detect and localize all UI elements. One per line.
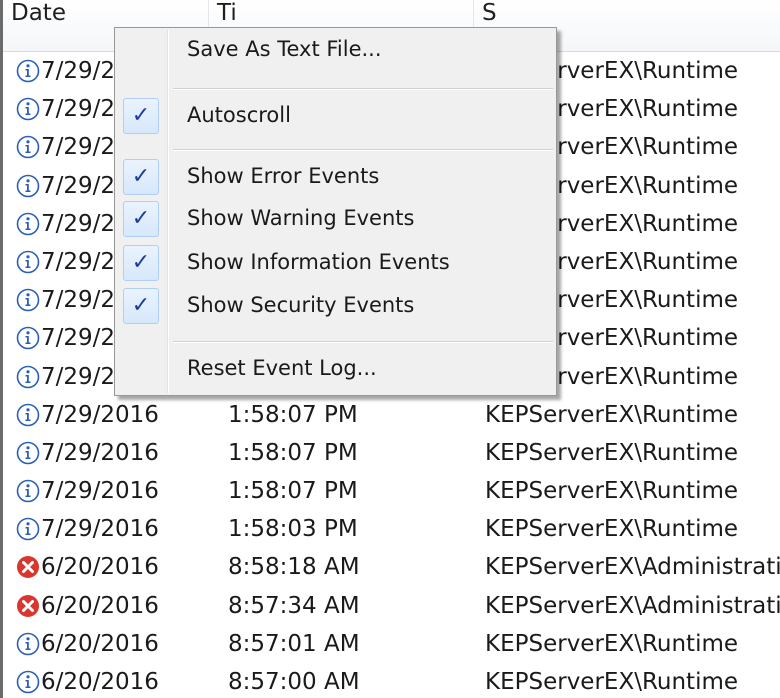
event-row[interactable]: 6/20/2016 8:58:18 AM KEPServerEX\Administr…: [3, 548, 780, 586]
event-time: 8:57:34 AM: [228, 592, 360, 619]
checkmark-icon: ✓: [123, 201, 159, 237]
event-time: 8:58:18 AM: [228, 554, 360, 581]
event-row[interactable]: 7/29/2016 1:58:07 PM KEPServerEX\Runtime: [3, 396, 780, 434]
menu-item-reset-event-log-label: Reset Event Log...: [187, 356, 377, 380]
info-circle-icon: [16, 174, 40, 198]
menu-separator: [173, 88, 553, 89]
menu-item-show-information-events[interactable]: ✓ Show Information Events: [117, 244, 554, 282]
event-row[interactable]: 6/20/2016 8:57:34 AM KEPServerEX\Administr…: [3, 587, 780, 625]
menu-item-show-warning-events[interactable]: ✓ Show Warning Events: [117, 200, 554, 238]
event-source: KEPServerEX\Runtime: [485, 439, 739, 466]
column-header-source-label: S: [482, 0, 497, 26]
event-date: 6/20/2016: [41, 554, 159, 581]
event-source: KEPServerEX\Administration: [485, 554, 780, 581]
column-header-date-label: Date: [11, 0, 66, 26]
menu-item-reset-event-log[interactable]: Reset Event Log...: [117, 350, 554, 388]
checkmark-icon: ✓: [123, 98, 159, 134]
info-circle-icon: [16, 97, 40, 121]
event-time: 1:58:07 PM: [228, 478, 358, 505]
event-row[interactable]: 6/20/2016 8:57:00 AM KEPServerEX\Runtime: [3, 663, 780, 698]
menu-separator: [173, 149, 553, 150]
info-circle-icon: [16, 403, 40, 427]
info-circle-icon: [16, 479, 40, 503]
menu-item-autoscroll-label: Autoscroll: [187, 103, 291, 127]
event-time: 1:58:07 PM: [228, 401, 358, 428]
info-circle-icon: [16, 326, 40, 350]
info-circle-icon: [16, 441, 40, 465]
info-circle-icon: [16, 212, 40, 236]
menu-item-show-error-events[interactable]: ✓ Show Error Events: [117, 158, 554, 196]
event-date: 7/29/2016: [41, 478, 159, 505]
checkmark-icon: ✓: [123, 159, 159, 195]
event-date: 6/20/2016: [41, 592, 159, 619]
event-source: KEPServerEX\Administration: [485, 592, 780, 619]
info-circle-icon: [16, 517, 40, 541]
info-circle-icon: [16, 59, 40, 83]
event-date: 7/29/2016: [41, 401, 159, 428]
info-circle-icon: [16, 288, 40, 312]
menu-item-autoscroll[interactable]: ✓ Autoscroll: [117, 97, 554, 135]
info-circle-icon: [16, 135, 40, 159]
checkmark-icon: ✓: [123, 288, 159, 324]
event-time: 1:58:03 PM: [228, 516, 358, 543]
event-time: 8:57:01 AM: [228, 630, 360, 657]
event-date: 7/29/2016: [41, 439, 159, 466]
event-row[interactable]: 7/29/2016 1:58:03 PM KEPServerEX\Runtime: [3, 510, 780, 548]
menu-item-save-as-text-label: Save As Text File...: [187, 37, 382, 61]
info-circle-icon: [16, 250, 40, 274]
event-row[interactable]: 7/29/2016 1:58:07 PM KEPServerEX\Runtime: [3, 472, 780, 510]
event-log-window: Date / Ti S 7/29/20161:58:07 PMKEPServer…: [0, 0, 780, 698]
menu-separator: [173, 341, 553, 342]
menu-item-show-security-events[interactable]: ✓ Show Security Events: [117, 287, 554, 325]
info-circle-icon: [16, 365, 40, 389]
event-row[interactable]: 7/29/2016 1:58:07 PM KEPServerEX\Runtime: [3, 434, 780, 472]
error-x-icon: [16, 594, 40, 618]
event-date: 6/20/2016: [41, 630, 159, 657]
column-header-time-label: Ti: [217, 0, 237, 26]
event-source: KEPServerEX\Runtime: [485, 630, 739, 657]
event-row[interactable]: 6/20/2016 8:57:01 AM KEPServerEX\Runtime: [3, 625, 780, 663]
info-circle-icon: [16, 670, 40, 694]
event-source: KEPServerEX\Runtime: [485, 516, 739, 543]
menu-item-save-as-text[interactable]: Save As Text File...: [117, 31, 554, 69]
event-time: 1:58:07 PM: [228, 439, 358, 466]
menu-item-show-warning-events-label: Show Warning Events: [187, 206, 415, 230]
event-date: 6/20/2016: [41, 669, 159, 695]
menu-item-show-security-events-label: Show Security Events: [187, 293, 415, 317]
menu-item-show-error-events-label: Show Error Events: [187, 164, 380, 188]
info-circle-icon: [16, 632, 40, 656]
event-source: KEPServerEX\Runtime: [485, 669, 739, 695]
event-source: KEPServerEX\Runtime: [485, 401, 739, 428]
event-source: KEPServerEX\Runtime: [485, 478, 739, 505]
menu-item-show-information-events-label: Show Information Events: [187, 250, 450, 274]
event-time: 8:57:00 AM: [228, 669, 360, 695]
context-menu: Save As Text File... ✓ Autoscroll ✓ Show…: [114, 27, 557, 396]
checkmark-icon: ✓: [123, 245, 159, 281]
error-x-icon: [16, 555, 40, 579]
event-date: 7/29/2016: [41, 516, 159, 543]
